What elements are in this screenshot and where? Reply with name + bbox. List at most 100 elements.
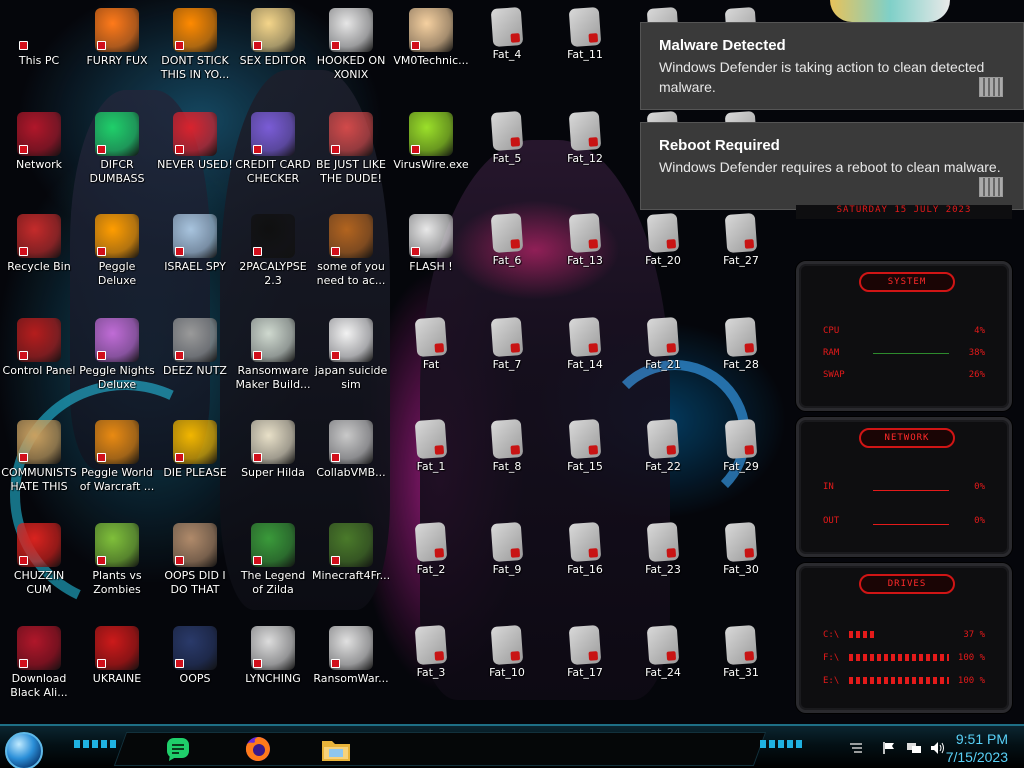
desktop-icon-fat-20[interactable]: Fat_20 bbox=[624, 212, 702, 268]
peggle-icon bbox=[95, 420, 139, 464]
desktop-icon-die-please[interactable]: DIE PLEASE bbox=[156, 420, 234, 480]
desktop-icon-oops[interactable]: OOPS bbox=[156, 626, 234, 686]
panel-title: DRIVES bbox=[859, 574, 955, 594]
desktop-icon-vm0technic[interactable]: VM0Technic... bbox=[392, 8, 470, 68]
desktop-icon-flash[interactable]: FLASH ! bbox=[392, 214, 470, 274]
desktop-icon-sex-editor[interactable]: SEX EDITOR bbox=[234, 8, 312, 68]
trash-icon bbox=[17, 214, 61, 258]
desktop-icon-credit-card[interactable]: CREDIT CARD CHECKER bbox=[234, 112, 312, 186]
desktop-icon-fat-7[interactable]: Fat_7 bbox=[468, 316, 546, 372]
desktop-icon-fat-14[interactable]: Fat_14 bbox=[546, 316, 624, 372]
desktop-icon-fat-22[interactable]: Fat_22 bbox=[624, 418, 702, 474]
desktop-icon-collabvmb[interactable]: CollabVMB... bbox=[312, 420, 390, 480]
desktop-icon-label: Download Black Ali... bbox=[10, 672, 68, 699]
out-graph bbox=[873, 516, 949, 525]
desktop-icon-peggle-nights[interactable]: Peggle Nights Deluxe bbox=[78, 318, 156, 392]
clock[interactable]: 9:51 PM 7/15/2023 bbox=[946, 730, 1008, 766]
network-icon[interactable] bbox=[906, 741, 921, 755]
notification-malware-detected[interactable]: Malware Detected Windows Defender is tak… bbox=[640, 22, 1024, 110]
start-orb-icon[interactable] bbox=[5, 732, 43, 768]
desktop-icon-lynching[interactable]: LYNCHING bbox=[234, 626, 312, 686]
desktop-icon-network[interactable]: Network bbox=[0, 112, 78, 172]
row-value: 0% bbox=[974, 516, 985, 526]
desktop-icon-viruswire[interactable]: VirusWire.exe bbox=[392, 112, 470, 172]
desktop-icon-label: DIFCR DUMBASS bbox=[89, 158, 145, 185]
desktop-icon-plants-vs-zombies[interactable]: Plants vs Zombies bbox=[78, 523, 156, 597]
desktop-icon-never-used[interactable]: NEVER USED! bbox=[156, 112, 234, 172]
desktop-icon-label: Fat_13 bbox=[567, 254, 603, 267]
desktop-icon-hooked-on-xonix[interactable]: HOOKED ON XONIX bbox=[312, 8, 390, 82]
desktop-icon-fat-9[interactable]: Fat_9 bbox=[468, 521, 546, 577]
desktop-icon-fat[interactable]: Fat bbox=[392, 316, 470, 372]
volume-icon[interactable] bbox=[930, 741, 944, 755]
desktop-icon-download-black[interactable]: Download Black Ali... bbox=[0, 626, 78, 700]
desktop-icon-japan-suicide[interactable]: japan suicide sim bbox=[312, 318, 390, 392]
desktop-icon-fat-13[interactable]: Fat_13 bbox=[546, 212, 624, 268]
desktop-icon-fat-8[interactable]: Fat_8 bbox=[468, 418, 546, 474]
desktop-icon-fat-28[interactable]: Fat_28 bbox=[702, 316, 780, 372]
row-value: 0% bbox=[974, 482, 985, 492]
desktop-icon-label: Fat_5 bbox=[492, 152, 522, 165]
desktop-icon-ukraine[interactable]: UKRAINE bbox=[78, 626, 156, 686]
desktop-icon-fat-31[interactable]: Fat_31 bbox=[702, 624, 780, 680]
desktop-icon-fat-15[interactable]: Fat_15 bbox=[546, 418, 624, 474]
desktop-icon-legend-of-zilda[interactable]: The Legend of Zilda bbox=[234, 523, 312, 597]
desktop-icon-israel-spy[interactable]: ISRAEL SPY bbox=[156, 214, 234, 274]
desktop-icon-label: Control Panel bbox=[2, 364, 76, 377]
desktop-icon-recycle-bin[interactable]: Recycle Bin bbox=[0, 214, 78, 274]
row-value: 100 % bbox=[957, 676, 985, 686]
desktop-icon-fat-17[interactable]: Fat_17 bbox=[546, 624, 624, 680]
desktop-icon-label: Fat_10 bbox=[489, 666, 525, 679]
notification-title: Malware Detected bbox=[659, 37, 786, 54]
folder-icon bbox=[414, 316, 448, 358]
desktop-icon-2pacalypse[interactable]: 2PACALYPSE 2.3 bbox=[234, 214, 312, 288]
taskbar-app-firefox[interactable] bbox=[240, 732, 276, 766]
desktop-icon-communists[interactable]: COMMUNISTS HATE THIS G... bbox=[0, 420, 78, 494]
desktop-icon-fat-11[interactable]: Fat_11 bbox=[546, 6, 624, 62]
desktop-icon-fat-12[interactable]: Fat_12 bbox=[546, 110, 624, 166]
desktop-icon-label: VirusWire.exe bbox=[393, 158, 469, 171]
desktop-icon-fat-10[interactable]: Fat_10 bbox=[468, 624, 546, 680]
desktop-icon-this-pc[interactable]: This PC bbox=[0, 8, 78, 68]
desktop-icon-some-of-you[interactable]: some of you need to ac... bbox=[312, 214, 390, 288]
notification-reboot-required[interactable]: Reboot Required Windows Defender require… bbox=[640, 122, 1024, 210]
row-label: SWAP bbox=[823, 370, 845, 380]
desktop-icon-fat-16[interactable]: Fat_16 bbox=[546, 521, 624, 577]
desktop-icon-chuzzin-cum[interactable]: CHUZZIN CUM bbox=[0, 523, 78, 597]
desktop-icon-label: some of you need to ac... bbox=[316, 260, 386, 287]
desktop-icon-dont-stick[interactable]: DONT STICK THIS IN YO... bbox=[156, 8, 234, 82]
desktop-icon-fat-24[interactable]: Fat_24 bbox=[624, 624, 702, 680]
desktop-icon-fat-1[interactable]: Fat_1 bbox=[392, 418, 470, 474]
row-label: OUT bbox=[823, 516, 840, 526]
desktop-icon-control-panel[interactable]: Control Panel bbox=[0, 318, 78, 378]
desktop-icon-fat-6[interactable]: Fat_6 bbox=[468, 212, 546, 268]
desktop-icon-fat-4[interactable]: Fat_4 bbox=[468, 6, 546, 62]
desktop-icon-super-hilda[interactable]: Super Hilda bbox=[234, 420, 312, 480]
desktop-icon-fat-27[interactable]: Fat_27 bbox=[702, 212, 780, 268]
row-value: 4% bbox=[974, 326, 985, 336]
desktop-icon-oops-did[interactable]: OOPS DID I DO THAT bbox=[156, 523, 234, 597]
desktop-icon-minecraft[interactable]: Minecraft4Fr... bbox=[312, 523, 390, 583]
desktop-icon-fat-23[interactable]: Fat_23 bbox=[624, 521, 702, 577]
desktop-icon-diabolical[interactable]: DIFCR DUMBASS bbox=[78, 112, 156, 186]
folder-icon bbox=[568, 212, 602, 254]
desktop-icon-furry-fux[interactable]: FURRY FUX bbox=[78, 8, 156, 68]
pixel-icon bbox=[251, 420, 295, 464]
desktop-icon-fat-2[interactable]: Fat_2 bbox=[392, 521, 470, 577]
desktop-icon-peggle-world[interactable]: Peggle World of Warcraft ... bbox=[78, 420, 156, 494]
desktop-icon-fat-5[interactable]: Fat_5 bbox=[468, 110, 546, 166]
desktop-icon-fat-29[interactable]: Fat_29 bbox=[702, 418, 780, 474]
flag-icon[interactable] bbox=[882, 741, 896, 755]
taskbar-app-explorer[interactable] bbox=[318, 732, 354, 766]
desktop-icon-ransomwar[interactable]: RansomWar... bbox=[312, 626, 390, 686]
desktop-icon-fat-21[interactable]: Fat_21 bbox=[624, 316, 702, 372]
folder-icon bbox=[724, 418, 758, 460]
desktop-icon-fat-3[interactable]: Fat_3 bbox=[392, 624, 470, 680]
notifications-lines-icon[interactable] bbox=[848, 741, 862, 755]
desktop-icon-fat-30[interactable]: Fat_30 bbox=[702, 521, 780, 577]
taskbar-app-chat[interactable] bbox=[160, 732, 196, 766]
desktop-icon-ransomware-maker[interactable]: Ransomware Maker Build... bbox=[234, 318, 312, 392]
desktop-icon-peggle-deluxe[interactable]: Peggle Deluxe bbox=[78, 214, 156, 288]
desktop-icon-be-just[interactable]: BE JUST LIKE THE DUDE! bbox=[312, 112, 390, 186]
desktop-icon-deez-nutz[interactable]: DEEZ NUTZ bbox=[156, 318, 234, 378]
